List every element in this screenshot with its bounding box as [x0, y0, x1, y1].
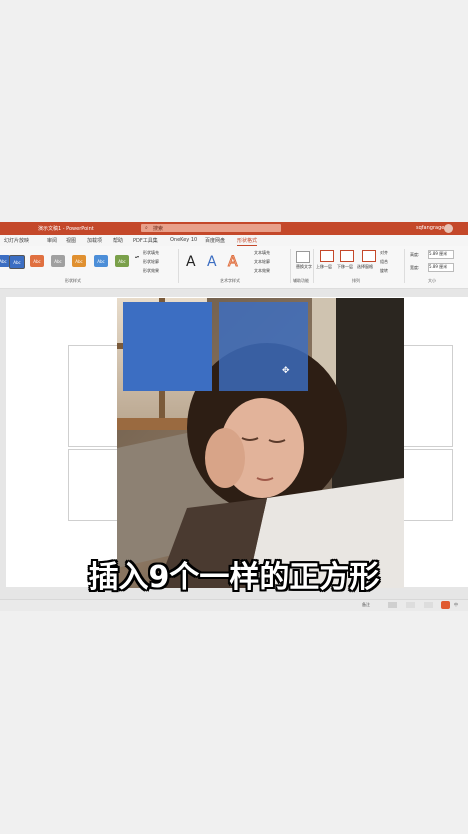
group-button[interactable]: 组合 — [380, 259, 388, 265]
width-field[interactable]: 5.89 厘米 — [428, 263, 454, 272]
shape-outline-button[interactable]: 形状轮廓 — [143, 259, 159, 265]
shape-effect-button[interactable]: 形状效果 — [143, 268, 159, 274]
shape-style-2[interactable]: Abc — [9, 255, 25, 269]
tab-pdf-tools[interactable]: PDF工具集 — [133, 237, 158, 244]
arrange-group-label: 排列 — [352, 278, 360, 283]
shape-style-6[interactable]: Abc — [94, 255, 108, 267]
divider — [404, 249, 405, 283]
alt-text-button[interactable]: 替换文字 — [296, 264, 312, 270]
video-caption: 插入9个一样的正方形 — [88, 560, 380, 595]
tab-onekey[interactable]: OneKey 10 — [170, 237, 197, 243]
shape-styles-group-label: 形状样式 — [65, 278, 81, 283]
wordart-style-2[interactable]: A — [207, 254, 217, 270]
status-bar: 备注 中 — [0, 599, 468, 611]
search-placeholder: 搜索 — [153, 226, 164, 232]
size-group-label: 大小 — [428, 278, 436, 283]
document-title: 演示文稿1 - PowerPoint — [38, 226, 94, 232]
tab-shape-format[interactable]: 形状格式 — [237, 237, 258, 246]
send-backward-button[interactable]: 下移一层 — [337, 264, 353, 270]
align-button[interactable]: 对齐 — [380, 250, 388, 256]
ime-icon[interactable] — [441, 601, 450, 609]
text-outline-button[interactable]: 文本轮廓 — [254, 259, 270, 265]
divider — [290, 249, 291, 283]
shape-style-3[interactable]: Abc — [30, 255, 44, 267]
square-shape-1[interactable] — [123, 302, 212, 391]
tab-baidu-pan[interactable]: 百度网盘 — [205, 237, 225, 244]
avatar[interactable] — [444, 224, 453, 233]
tab-slideshow[interactable]: 幻灯片放映 — [4, 237, 29, 244]
bring-forward-icon[interactable] — [320, 250, 334, 262]
title-bar: 演示文稿1 - PowerPoint ⌕ 搜索 sqfangrage — [0, 222, 468, 235]
height-label: 高度: — [410, 252, 420, 257]
selection-pane-button[interactable]: 选择窗格 — [357, 264, 373, 270]
shape-fill-button[interactable]: 形状填充 — [143, 250, 159, 256]
bring-forward-button[interactable]: 上移一层 — [316, 264, 332, 270]
divider — [178, 249, 179, 283]
square-shape-2[interactable] — [219, 302, 308, 391]
send-backward-icon[interactable] — [340, 250, 354, 262]
slide-sorter-icon[interactable] — [406, 602, 415, 608]
wordart-style-1[interactable]: A — [186, 254, 196, 270]
shape-style-4[interactable]: Abc — [51, 255, 65, 267]
search-icon: ⌕ — [145, 225, 148, 231]
cursor-icon: ✥ — [282, 366, 290, 376]
tab-view[interactable]: 视图 — [66, 237, 76, 244]
normal-view-icon[interactable] — [388, 602, 397, 608]
width-label: 宽度: — [410, 265, 420, 270]
rotate-button[interactable]: 旋转 — [380, 268, 388, 274]
ribbon-tabs: 幻灯片放映 审阅 视图 加载项 帮助 PDF工具集 OneKey 10 百度网盘… — [0, 235, 468, 246]
wordart-style-3[interactable]: A — [228, 254, 239, 271]
text-effect-button[interactable]: 文本效果 — [254, 268, 270, 274]
tab-help[interactable]: 帮助 — [113, 237, 123, 244]
scroll-arrows-icon[interactable]: ▴▾ — [135, 254, 139, 259]
selection-pane-icon[interactable] — [362, 250, 376, 262]
tab-addins[interactable]: 加载项 — [87, 237, 102, 244]
search-box[interactable]: ⌕ 搜索 — [141, 224, 281, 232]
ime-mode[interactable]: 中 — [454, 602, 458, 608]
user-name[interactable]: sqfangrage — [416, 225, 444, 231]
shape-style-7[interactable]: Abc — [115, 255, 129, 267]
reading-view-icon[interactable] — [424, 602, 433, 608]
ribbon: Abc Abc Abc Abc Abc Abc Abc ▴▾ 形状填充 形状轮廓… — [0, 246, 468, 289]
notes-button[interactable]: 备注 — [362, 602, 370, 608]
shape-style-5[interactable]: Abc — [72, 255, 86, 267]
divider — [313, 249, 314, 283]
height-field[interactable]: 5.89 厘米 — [428, 250, 454, 259]
tab-review[interactable]: 审阅 — [47, 237, 57, 244]
wordart-group-label: 艺术字样式 — [220, 278, 240, 283]
text-fill-button[interactable]: 文本填充 — [254, 250, 270, 256]
alt-text-icon[interactable] — [296, 251, 310, 263]
accessibility-group-label: 辅助功能 — [293, 278, 309, 283]
